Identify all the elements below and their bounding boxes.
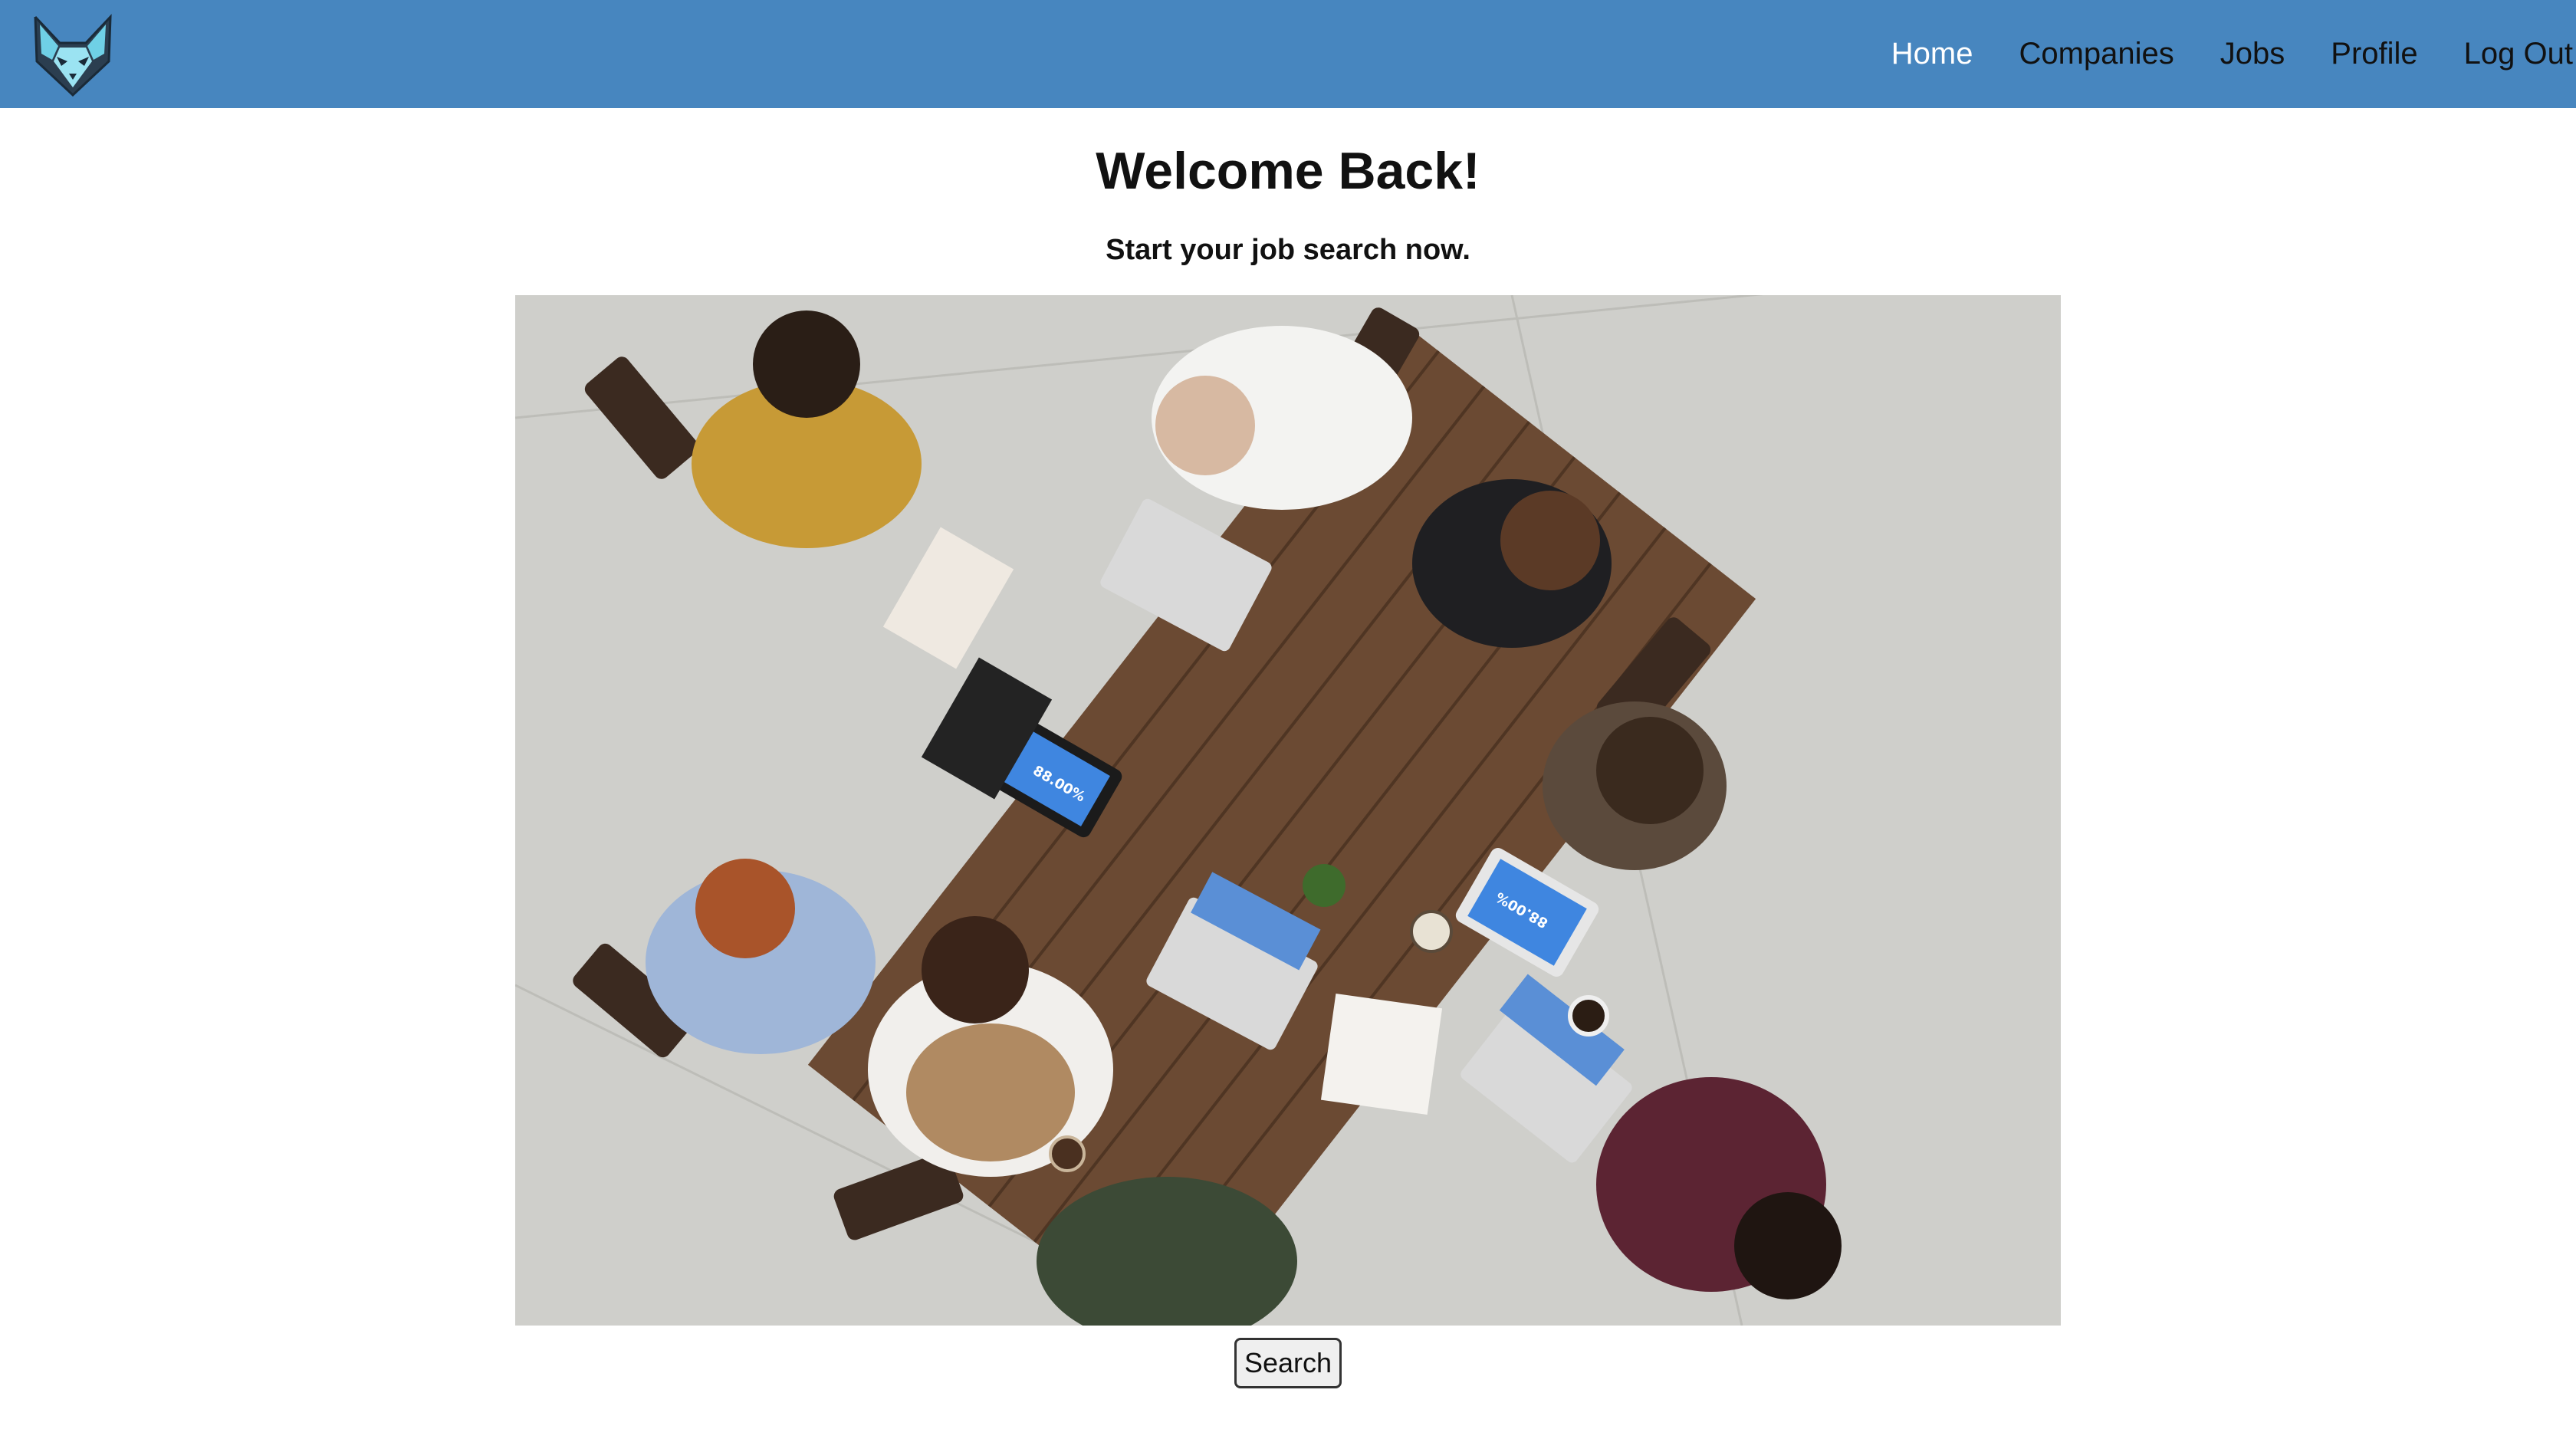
nav-link-log-out[interactable]: Log Out bbox=[2464, 37, 2573, 71]
nav-link-home[interactable]: Home bbox=[1891, 37, 1973, 71]
nav-links: Home Companies Jobs Profile Log Out bbox=[1845, 0, 2576, 108]
page-title: Welcome Back! bbox=[1096, 142, 1480, 200]
nav-link-companies[interactable]: Companies bbox=[2019, 37, 2174, 71]
nav-link-profile[interactable]: Profile bbox=[2331, 37, 2417, 71]
search-button[interactable]: Search bbox=[1234, 1338, 1342, 1388]
page-subtitle: Start your job search now. bbox=[1106, 234, 1470, 266]
top-navbar: Home Companies Jobs Profile Log Out bbox=[0, 0, 2576, 108]
team-meeting-photo: 88.00% 88.00% bbox=[515, 295, 2061, 1326]
nav-link-jobs[interactable]: Jobs bbox=[2220, 37, 2285, 71]
cat-head-icon[interactable] bbox=[29, 14, 117, 98]
